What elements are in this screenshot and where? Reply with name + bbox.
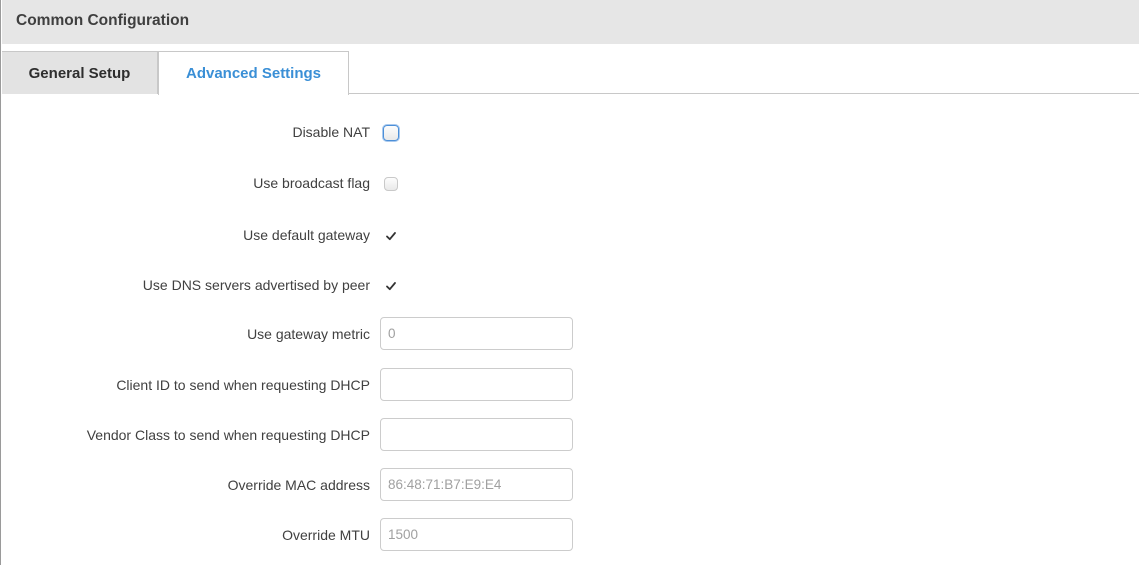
dns-servers-label: Use DNS servers advertised by peer <box>142 277 370 293</box>
field-row-mtu: Override MTU <box>1 518 1139 552</box>
broadcast-flag-label: Use broadcast flag <box>253 175 370 191</box>
disable-nat-checkbox[interactable] <box>383 125 399 141</box>
gateway-metric-label: Use gateway metric <box>247 326 370 342</box>
config-panel: Common Configuration General Setup Advan… <box>0 0 1139 565</box>
field-row-default-gateway: Use default gateway <box>1 218 1139 252</box>
mac-address-label: Override MAC address <box>227 477 370 493</box>
disable-nat-label: Disable NAT <box>292 124 370 140</box>
default-gateway-checkbox[interactable] <box>384 229 398 243</box>
mtu-input[interactable] <box>380 518 573 551</box>
vendor-class-label: Vendor Class to send when requesting DHC… <box>86 427 370 443</box>
mac-address-input[interactable] <box>380 468 573 501</box>
field-row-mac-address: Override MAC address <box>1 468 1139 502</box>
gateway-metric-input[interactable] <box>380 317 573 350</box>
default-gateway-label: Use default gateway <box>243 227 370 243</box>
field-row-broadcast-flag: Use broadcast flag <box>1 166 1139 200</box>
field-row-client-id: Client ID to send when requesting DHCP <box>1 368 1139 402</box>
field-row-gateway-metric: Use gateway metric <box>1 317 1139 351</box>
checkmark-icon <box>386 282 396 291</box>
tab-general-setup[interactable]: General Setup <box>2 51 158 94</box>
section-title: Common Configuration <box>2 0 1139 44</box>
client-id-input[interactable] <box>380 368 573 401</box>
field-row-dns-servers: Use DNS servers advertised by peer <box>1 268 1139 302</box>
mtu-label: Override MTU <box>282 527 370 543</box>
tab-bar: General Setup Advanced Settings <box>2 51 1139 95</box>
field-row-vendor-class: Vendor Class to send when requesting DHC… <box>1 418 1139 452</box>
client-id-label: Client ID to send when requesting DHCP <box>116 377 370 393</box>
tab-advanced-settings[interactable]: Advanced Settings <box>158 51 349 95</box>
vendor-class-input[interactable] <box>380 418 573 451</box>
broadcast-flag-checkbox[interactable] <box>384 177 398 191</box>
dns-servers-checkbox[interactable] <box>384 279 398 293</box>
checkmark-icon <box>386 232 396 241</box>
field-row-disable-nat: Disable NAT <box>1 115 1139 149</box>
